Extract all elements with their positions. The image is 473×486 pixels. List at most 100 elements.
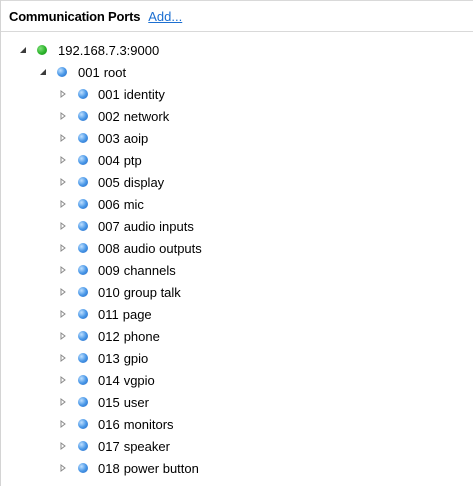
node-name: phone: [123, 328, 160, 344]
node-label[interactable]: 012 phone: [98, 329, 160, 344]
node-name: group talk: [123, 284, 181, 300]
collapsed-toggle-icon[interactable]: [58, 155, 68, 165]
node-number: 012: [98, 328, 120, 344]
node-icon: [78, 89, 88, 99]
tree-node-child[interactable]: 011 page: [1, 303, 473, 325]
tree-node-child[interactable]: 013 gpio: [1, 347, 473, 369]
tree-node-child[interactable]: 014 vgpio: [1, 369, 473, 391]
node-label[interactable]: 018 power button: [98, 461, 199, 476]
expanded-toggle-icon[interactable]: [38, 67, 48, 77]
tree-node-child[interactable]: 018 power button: [1, 457, 473, 479]
collapsed-toggle-icon[interactable]: [58, 375, 68, 385]
node-number: 009: [98, 262, 120, 278]
node-label[interactable]: 014 vgpio: [98, 373, 155, 388]
node-label[interactable]: 009 channels: [98, 263, 176, 278]
node-label[interactable]: 017 speaker: [98, 439, 170, 454]
tree-node-child[interactable]: 015 user: [1, 391, 473, 413]
root-label[interactable]: 001 root: [78, 65, 126, 80]
collapsed-toggle-icon[interactable]: [58, 177, 68, 187]
expanded-toggle-icon[interactable]: [18, 45, 28, 55]
node-label[interactable]: 004 ptp: [98, 153, 142, 168]
node-label[interactable]: 005 display: [98, 175, 164, 190]
node-label[interactable]: 006 mic: [98, 197, 144, 212]
collapsed-toggle-icon[interactable]: [58, 221, 68, 231]
tree-node-child[interactable]: 008 audio outputs: [1, 237, 473, 259]
node-number: 014: [98, 372, 120, 388]
tree-node-child[interactable]: 009 channels: [1, 259, 473, 281]
panel-header: Communication Ports Add...: [1, 0, 473, 32]
collapsed-toggle-icon[interactable]: [58, 419, 68, 429]
node-name: monitors: [123, 416, 174, 432]
tree-node-child[interactable]: 005 display: [1, 171, 473, 193]
tree-node-child[interactable]: 004 ptp: [1, 149, 473, 171]
node-number: 013: [98, 350, 120, 366]
tree-node-child[interactable]: 010 group talk: [1, 281, 473, 303]
node-name: network: [123, 108, 170, 124]
collapsed-toggle-icon[interactable]: [58, 397, 68, 407]
node-icon: [78, 331, 88, 341]
collapsed-toggle-icon[interactable]: [58, 441, 68, 451]
collapsed-toggle-icon[interactable]: [58, 331, 68, 341]
tree-node-host[interactable]: 192.168.7.3:9000: [1, 39, 473, 61]
node-label[interactable]: 001 identity: [98, 87, 165, 102]
port-tree: 192.168.7.3:9000 001 root 001 identity 002 n…: [1, 39, 473, 479]
collapsed-toggle-icon[interactable]: [58, 353, 68, 363]
node-icon: [78, 309, 88, 319]
node-name: aoip: [123, 130, 149, 146]
host-label[interactable]: 192.168.7.3:9000: [58, 43, 159, 58]
tree-node-child[interactable]: 001 identity: [1, 83, 473, 105]
node-name: speaker: [123, 438, 170, 454]
node-number: 018: [98, 460, 120, 476]
node-number: 006: [98, 196, 120, 212]
node-name: user: [123, 394, 149, 410]
collapsed-toggle-icon[interactable]: [58, 463, 68, 473]
collapsed-toggle-icon[interactable]: [58, 287, 68, 297]
tree-node-root[interactable]: 001 root: [1, 61, 473, 83]
node-number: 016: [98, 416, 120, 432]
node-icon: [78, 243, 88, 253]
node-number: 003: [98, 130, 120, 146]
node-name: identity: [123, 86, 165, 102]
node-label[interactable]: 011 page: [98, 307, 152, 322]
collapsed-toggle-icon[interactable]: [58, 133, 68, 143]
tree-node-child[interactable]: 016 monitors: [1, 413, 473, 435]
tree-node-child[interactable]: 002 network: [1, 105, 473, 127]
node-icon: [78, 111, 88, 121]
node-number: 007: [98, 218, 120, 234]
add-port-link[interactable]: Add...: [148, 9, 182, 24]
node-name: mic: [123, 196, 144, 212]
collapsed-toggle-icon[interactable]: [58, 111, 68, 121]
node-label[interactable]: 003 aoip: [98, 131, 148, 146]
node-name: display: [123, 174, 165, 190]
node-label[interactable]: 015 user: [98, 395, 149, 410]
node-number: 015: [98, 394, 120, 410]
node-name: vgpio: [123, 372, 155, 388]
tree-node-child[interactable]: 012 phone: [1, 325, 473, 347]
tree-node-child[interactable]: 017 speaker: [1, 435, 473, 457]
node-icon: [78, 177, 88, 187]
tree-node-child[interactable]: 003 aoip: [1, 127, 473, 149]
node-icon: [78, 375, 88, 385]
node-icon: [78, 155, 88, 165]
node-label[interactable]: 002 network: [98, 109, 169, 124]
communication-ports-panel: Communication Ports Add... 192.168.7.3:9…: [0, 0, 473, 486]
node-name: audio inputs: [123, 218, 194, 234]
collapsed-toggle-icon[interactable]: [58, 309, 68, 319]
tree-node-child[interactable]: 006 mic: [1, 193, 473, 215]
node-label[interactable]: 008 audio outputs: [98, 241, 202, 256]
tree-node-child[interactable]: 007 audio inputs: [1, 215, 473, 237]
node-label[interactable]: 016 monitors: [98, 417, 174, 432]
collapsed-toggle-icon[interactable]: [58, 243, 68, 253]
collapsed-toggle-icon[interactable]: [58, 199, 68, 209]
node-icon: [78, 397, 88, 407]
collapsed-toggle-icon[interactable]: [58, 265, 68, 275]
node-number: 008: [98, 240, 120, 256]
node-label[interactable]: 007 audio inputs: [98, 219, 194, 234]
node-name: channels: [123, 262, 176, 278]
collapsed-toggle-icon[interactable]: [58, 89, 68, 99]
node-label[interactable]: 013 gpio: [98, 351, 148, 366]
node-name: ptp: [123, 152, 142, 168]
node-label[interactable]: 010 group talk: [98, 285, 181, 300]
node-number: 002: [98, 108, 120, 124]
host-status-icon: [37, 45, 47, 55]
